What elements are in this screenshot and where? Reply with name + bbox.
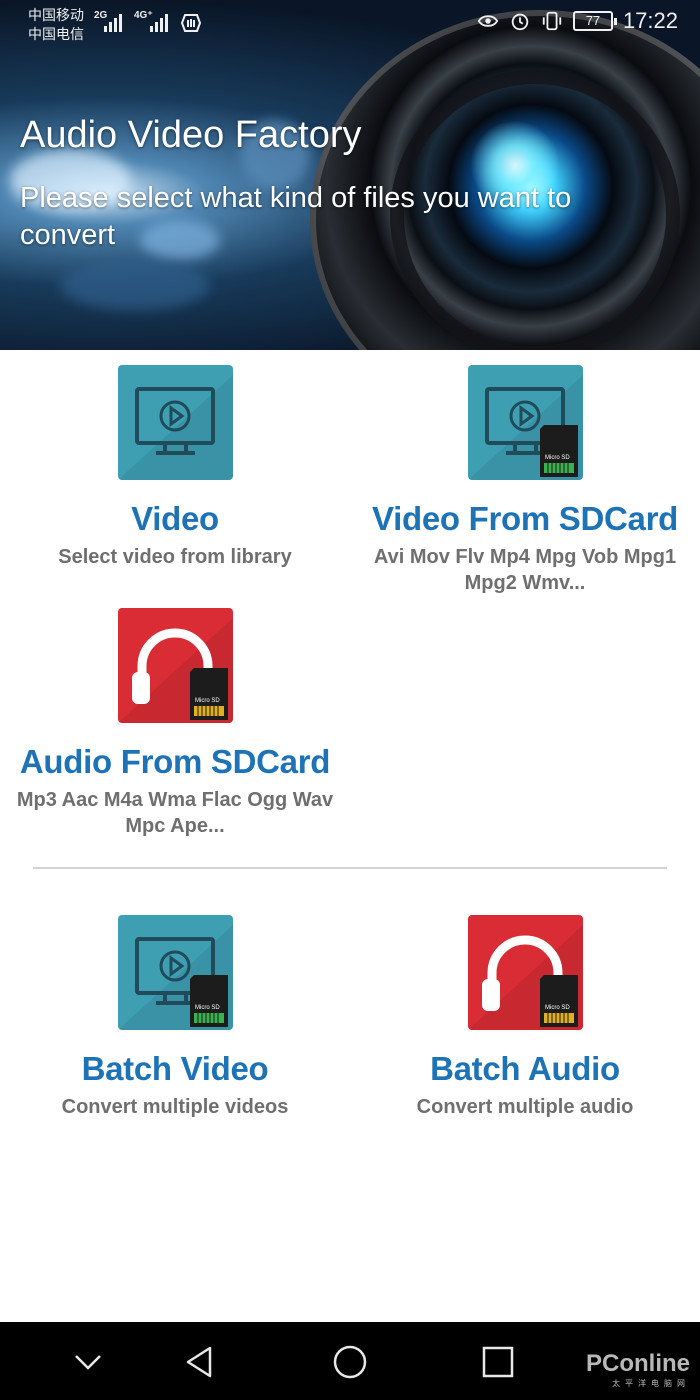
- signal-icon: [150, 12, 168, 32]
- audio-from-sdcard-title: Audio From SDCard: [19, 743, 331, 780]
- headphones-sdcard-icon[interactable]: Micro SD: [117, 608, 233, 723]
- eye-icon: [477, 15, 499, 27]
- batch-audio-desc: Convert multiple audio: [416, 1096, 634, 1118]
- svg-text:Micro SD: Micro SD: [545, 455, 570, 461]
- batch-video-option[interactable]: Micro SD Batch Video Convert multiple vi…: [0, 915, 350, 1120]
- monitor-play-sdcard-icon[interactable]: Micro SD: [467, 365, 583, 480]
- video-from-sdcard-option[interactable]: Micro SD Video From SDCard Avi Mov Flv M…: [350, 365, 700, 596]
- recents-icon[interactable]: [476, 1340, 520, 1384]
- video-option-title: Video: [131, 500, 219, 537]
- batch-video-desc: Convert multiple videos: [61, 1096, 289, 1118]
- monitor-play-icon[interactable]: [117, 365, 233, 480]
- video-from-sdcard-desc: Avi Mov Flv Mp4 Mpg Vob Mpg1 Mpg2 Wmv...: [373, 546, 677, 594]
- audio-from-sdcard-desc: Mp3 Aac M4a Wma Flac Ogg Wav Mpc Ape...: [16, 789, 334, 837]
- hand-icon: [180, 14, 202, 32]
- svg-text:Micro SD: Micro SD: [195, 1005, 220, 1011]
- batch-audio-option[interactable]: Micro SD Batch Audio Convert multiple au…: [350, 915, 700, 1120]
- status-bar: 中国移动 中国电信 2G 4G⁺ 77 17:22: [0, 0, 700, 48]
- header-banner: 中国移动 中国电信 2G 4G⁺ 77 17:22 Audio Video Fa…: [0, 0, 700, 350]
- video-from-sdcard-title: Video From SDCard: [371, 500, 678, 537]
- app-screen: { "status_bar": { "carrier_1": "中国移动", "…: [0, 0, 700, 1400]
- video-option-desc: Select video from library: [58, 546, 292, 568]
- audio-from-sdcard-option[interactable]: Micro SD Audio From SDCard Mp3 Aac M4a W…: [0, 608, 350, 839]
- watermark: PConline 太平洋电脑网: [585, 1350, 690, 1388]
- clock: 17:22: [622, 8, 678, 33]
- page-title: Audio Video Factory: [20, 114, 362, 156]
- carrier-labels: 中国移动 中国电信: [28, 7, 84, 42]
- system-nav-bar: PConline 太平洋电脑网: [0, 1322, 700, 1400]
- page-subtitle: Please select what kind of files you wan…: [20, 182, 572, 251]
- monitor-play-sdcard-icon[interactable]: Micro SD: [117, 915, 233, 1030]
- divider: [33, 867, 667, 869]
- chevron-down-icon[interactable]: [66, 1340, 110, 1384]
- alarm-icon: [511, 13, 529, 31]
- batch-audio-title: Batch Audio: [430, 1050, 620, 1087]
- home-icon[interactable]: [328, 1340, 372, 1384]
- back-icon[interactable]: [178, 1340, 222, 1384]
- batch-video-title: Batch Video: [81, 1050, 269, 1087]
- svg-text:Micro SD: Micro SD: [545, 1005, 570, 1011]
- svg-text:Micro SD: Micro SD: [195, 698, 220, 704]
- headphones-sdcard-icon[interactable]: Micro SD: [467, 915, 583, 1030]
- vibrate-icon: [542, 11, 562, 31]
- battery-indicator: 77: [572, 11, 617, 31]
- signal-icon: [104, 12, 122, 32]
- video-option[interactable]: Video Select video from library: [0, 365, 350, 570]
